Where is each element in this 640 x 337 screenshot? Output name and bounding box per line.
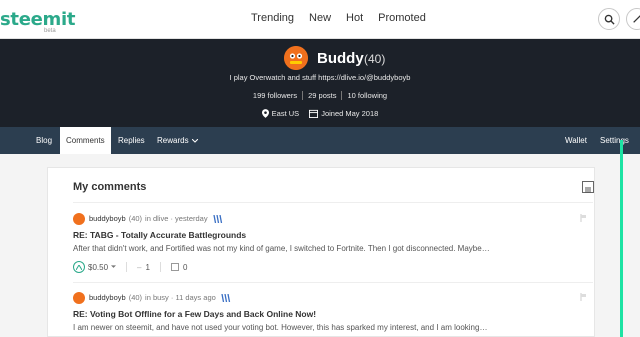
post-header: buddyboyb (40) in busy · 11 days ago: [73, 291, 231, 304]
profile-tabs: Blog Comments Replies Rewards Wallet Set…: [0, 127, 640, 154]
logo-beta-label: beta: [44, 28, 56, 34]
post-header: buddyboyb (40) in dlive · yesterday: [73, 212, 223, 225]
profile-stats: 199 followers 29 posts 10 following: [0, 91, 640, 100]
posts-count: 29 posts: [303, 91, 343, 100]
payout-value[interactable]: $0.50: [88, 263, 108, 272]
page-title: My comments: [73, 181, 147, 193]
submit-post-button[interactable]: [626, 8, 640, 30]
chevron-down-icon: [191, 138, 198, 143]
location-text: East US: [271, 109, 300, 118]
steemit-logo[interactable]: steemit: [0, 9, 75, 30]
post-title[interactable]: RE: Voting Bot Offline for a Few Days an…: [73, 309, 316, 319]
profile-about: I play Overwatch and stuff https://dlive…: [229, 73, 411, 82]
post-body[interactable]: After that didn't work, and Fortified wa…: [73, 244, 490, 253]
post-author-rep: (40): [128, 293, 143, 302]
nav-new[interactable]: New: [309, 12, 331, 24]
tab-comments[interactable]: Comments: [60, 127, 111, 154]
voters-count[interactable]: – 1: [137, 263, 150, 272]
post-author[interactable]: buddyboyb: [89, 214, 126, 223]
search-icon: [604, 14, 615, 25]
tab-blog[interactable]: Blog: [30, 127, 58, 154]
comments-card: My comments buddyboyb (40) in dlive · ye…: [47, 167, 595, 337]
search-button[interactable]: [598, 8, 620, 30]
tab-settings[interactable]: Settings: [594, 127, 635, 154]
steem-power-icon: [221, 293, 230, 302]
upvote-button[interactable]: $0.50: [73, 261, 117, 273]
post-footer: $0.50 – 1 0: [73, 261, 197, 273]
footer-separator: [159, 262, 161, 272]
replies-count[interactable]: 0: [170, 262, 188, 272]
avatar: [284, 46, 308, 70]
flag-icon[interactable]: [580, 293, 588, 301]
followers-link[interactable]: 199 followers: [248, 91, 304, 100]
avatar[interactable]: [73, 291, 85, 304]
pencil-icon: [633, 15, 640, 23]
steem-power-icon: [212, 214, 222, 223]
post-author[interactable]: buddyboyb: [89, 293, 126, 302]
footer-separator: [126, 262, 128, 272]
nav-promoted[interactable]: Promoted: [378, 12, 426, 24]
chevron-down-icon: [111, 265, 117, 268]
following-link[interactable]: 10 following: [342, 91, 392, 100]
post-author-rep: (40): [128, 214, 143, 223]
tab-replies[interactable]: Replies: [112, 127, 151, 154]
profile-location: East US: [261, 109, 300, 118]
profile-reputation: (40): [364, 52, 386, 66]
title-divider: [73, 202, 593, 203]
nav-trending[interactable]: Trending: [251, 12, 294, 24]
top-header: steemit beta Trending New Hot Promoted: [0, 0, 640, 39]
replies-value: 0: [182, 262, 188, 272]
list-view-icon[interactable]: [582, 181, 594, 193]
profile-meta: East US Joined May 2018: [0, 109, 640, 118]
post-meta: in dlive · yesterday: [145, 214, 208, 223]
scroll-accent-bar: [620, 140, 623, 337]
location-pin-icon: [261, 109, 269, 118]
upvote-icon: [73, 261, 85, 273]
votes-value: 1: [145, 262, 150, 272]
post-meta: in busy · 11 days ago: [145, 293, 216, 302]
post-body[interactable]: I am newer on steemit, and have not used…: [73, 323, 487, 332]
tab-wallet[interactable]: Wallet: [559, 127, 593, 154]
post-divider: [73, 282, 593, 283]
joined-text: Joined May 2018: [321, 109, 379, 118]
nav-hot[interactable]: Hot: [346, 12, 363, 24]
tab-rewards-label: Rewards: [157, 136, 189, 145]
top-nav: Trending New Hot Promoted: [251, 12, 441, 24]
tab-rewards[interactable]: Rewards: [151, 127, 204, 154]
flag-icon[interactable]: [580, 214, 588, 222]
profile-name: Buddy: [317, 50, 364, 67]
profile-joined: Joined May 2018: [309, 109, 378, 118]
profile-banner: Buddy (40) I play Overwatch and stuff ht…: [0, 39, 640, 127]
avatar[interactable]: [73, 212, 85, 225]
calendar-icon: [309, 109, 319, 118]
post-title[interactable]: RE: TABG - Totally Accurate Battleground…: [73, 230, 246, 240]
comment-icon: [170, 263, 179, 271]
